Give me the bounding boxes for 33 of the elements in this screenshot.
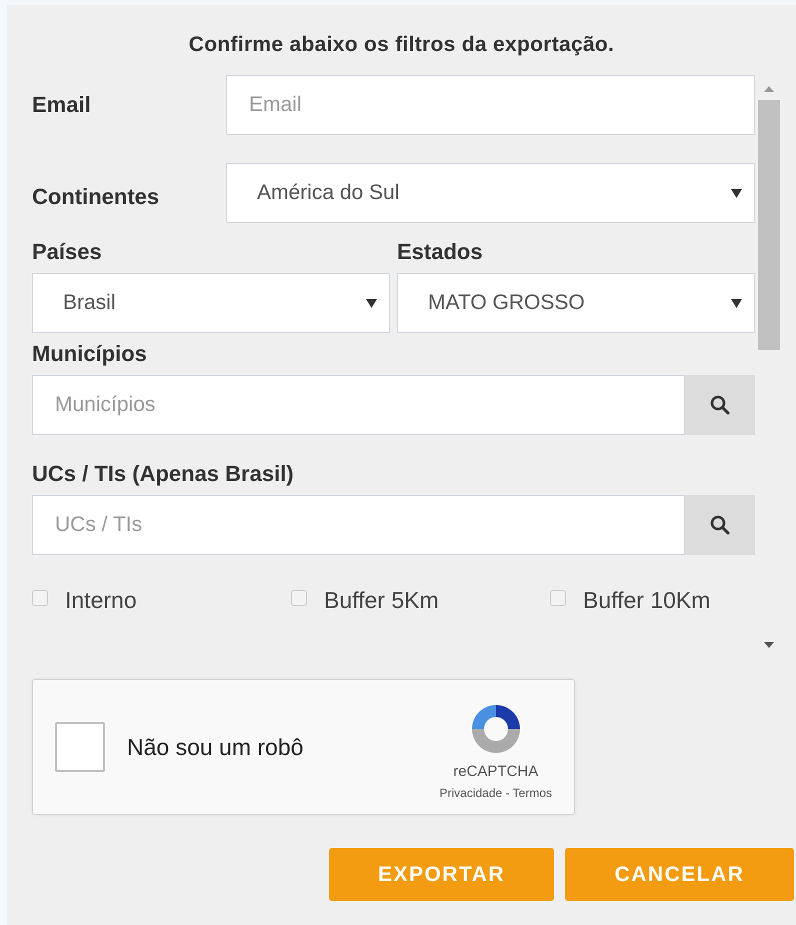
field-label: UCs / TIs (Apenas Brasil): [32, 461, 295, 487]
checkbox-label: Buffer 5Km: [324, 587, 439, 614]
search-icon: [710, 395, 730, 415]
dialog-title: Confirme abaixo os filtros da exportação.: [188, 33, 616, 57]
field-label: Municípios: [32, 341, 148, 367]
search-button[interactable]: [685, 495, 755, 555]
scroll-up-icon[interactable]: [763, 85, 775, 93]
scroll-down-icon[interactable]: [763, 641, 775, 649]
checkbox-label: Buffer 10Km: [583, 587, 710, 614]
caret-icon: [731, 188, 742, 198]
checkbox[interactable]: [291, 590, 307, 606]
field-label: Estados: [397, 239, 484, 265]
state-select[interactable]: MATO GROSSO: [397, 273, 755, 333]
checkbox[interactable]: [550, 590, 566, 606]
captcha-brand: reCAPTCHA: [453, 762, 538, 780]
field-label: Países: [32, 239, 103, 265]
search-button[interactable]: [685, 375, 755, 435]
checkbox[interactable]: [32, 590, 48, 606]
municipality-field[interactable]: Municípios: [32, 375, 685, 435]
scrollbar-thumb[interactable]: [758, 100, 780, 350]
protected-area-field[interactable]: UCs / TIs: [32, 495, 685, 555]
email-field[interactable]: Email: [226, 75, 755, 135]
captcha-links[interactable]: Privacidade - Termos: [440, 786, 552, 800]
field-label: Email: [32, 92, 92, 118]
caret-icon: [731, 298, 742, 308]
checkbox-label: Interno: [65, 587, 137, 614]
captcha-checkbox[interactable]: [55, 722, 105, 772]
country-select[interactable]: Brasil: [32, 273, 390, 333]
continent-select[interactable]: América do Sul: [226, 163, 755, 223]
captcha-label: Não sou um robô: [127, 734, 304, 760]
field-label: Continentes: [32, 184, 160, 210]
search-icon: [710, 515, 730, 535]
caret-icon: [366, 298, 377, 308]
